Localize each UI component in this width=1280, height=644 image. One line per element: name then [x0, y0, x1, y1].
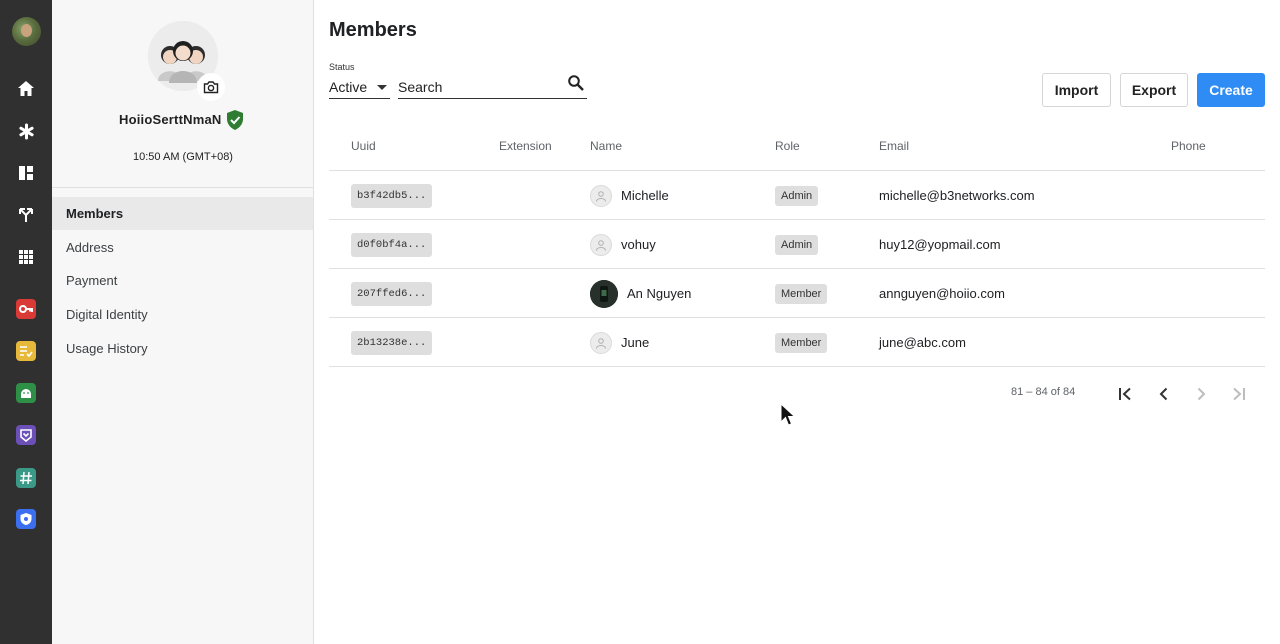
status-filter-label: Status — [329, 62, 355, 72]
uuid-chip: d0f0bf4a... — [351, 233, 433, 257]
pilot-app-icon[interactable] — [0, 417, 52, 453]
tasks-app-icon[interactable] — [0, 333, 52, 369]
member-name: June — [621, 335, 650, 350]
page-title: Members — [329, 19, 417, 41]
nav-item-usage-history[interactable]: Usage History — [52, 332, 313, 365]
column-header-extension[interactable]: Extension — [499, 139, 552, 153]
main-content: Members Status Active Import Export Crea… — [314, 0, 1280, 644]
member-name: vohuy — [621, 237, 656, 252]
default-avatar-icon — [590, 185, 612, 207]
column-header-email[interactable]: Email — [879, 139, 909, 153]
uuid-chip: b3f42db5... — [351, 184, 433, 208]
app-rail — [0, 0, 52, 644]
member-photo-avatar — [590, 280, 618, 308]
profile-panel: HoiioSerttNmaN 10:50 AM (GMT+08) Members… — [52, 0, 314, 644]
status-filter-select[interactable]: Active — [329, 76, 390, 99]
search-input[interactable] — [398, 77, 558, 97]
default-avatar-icon — [590, 332, 612, 354]
column-header-phone[interactable]: Phone — [1171, 139, 1206, 153]
table-row[interactable]: 207ffed6... An Nguyen Member annguyen@ho… — [329, 269, 1265, 318]
table-header: Uuid Extension Name Role Email Phone — [329, 122, 1265, 171]
chevron-left-icon — [1159, 387, 1168, 401]
default-avatar-icon — [590, 234, 612, 256]
checklist-icon — [16, 341, 36, 361]
shield-icon — [16, 509, 36, 529]
user-avatar[interactable] — [12, 17, 41, 46]
chevron-right-icon — [1197, 387, 1206, 401]
last-page-button[interactable] — [1225, 381, 1251, 407]
organization-name: HoiioSerttNmaN — [119, 112, 222, 127]
previous-page-button[interactable] — [1151, 381, 1177, 407]
nav-item-members[interactable]: Members — [52, 197, 313, 230]
shield-app-icon[interactable] — [0, 501, 52, 537]
local-time: 10:50 AM (GMT+08) — [133, 151, 233, 163]
nav-item-digital-identity[interactable]: Digital Identity — [52, 298, 313, 331]
member-email: annguyen@hoiio.com — [879, 286, 1005, 301]
column-header-name[interactable]: Name — [590, 139, 622, 153]
export-button[interactable]: Export — [1120, 73, 1188, 107]
import-button[interactable]: Import — [1042, 73, 1111, 107]
last-page-icon — [1233, 387, 1245, 401]
column-header-uuid[interactable]: Uuid — [351, 139, 376, 153]
verified-shield-icon — [227, 110, 243, 130]
member-email: huy12@yopmail.com — [879, 237, 1001, 252]
key-app-icon[interactable] — [0, 291, 52, 327]
members-table: Uuid Extension Name Role Email Phone b3f… — [329, 122, 1265, 367]
first-page-icon — [1119, 387, 1131, 401]
next-page-button[interactable] — [1188, 381, 1214, 407]
dropdown-caret-icon — [377, 85, 387, 90]
hashtag-app-icon[interactable] — [0, 460, 52, 496]
first-page-button[interactable] — [1113, 381, 1139, 407]
table-row[interactable]: 2b13238e... June Member june@abc.com — [329, 318, 1265, 367]
member-name: An Nguyen — [627, 286, 692, 301]
dashboard-icon[interactable] — [0, 155, 52, 191]
member-email: june@abc.com — [879, 335, 966, 350]
home-icon[interactable] — [0, 70, 52, 106]
column-header-role[interactable]: Role — [775, 139, 800, 153]
search-field — [398, 74, 587, 99]
panel-divider — [52, 187, 314, 188]
uuid-chip: 207ffed6... — [351, 282, 433, 306]
uuid-chip: 2b13238e... — [351, 331, 433, 355]
status-filter-value: Active — [329, 79, 368, 95]
camera-icon — [203, 81, 219, 94]
table-row[interactable]: d0f0bf4a... vohuy Admin huy12@yopmail.co… — [329, 220, 1265, 269]
member-name: Michelle — [621, 188, 669, 203]
android-app-icon[interactable] — [0, 375, 52, 411]
search-icon[interactable] — [567, 74, 585, 92]
hashtag-icon — [16, 468, 36, 488]
role-badge: Admin — [775, 186, 819, 206]
change-photo-button[interactable] — [197, 73, 225, 101]
android-icon — [16, 383, 36, 403]
routing-icon[interactable] — [0, 197, 52, 233]
role-badge: Admin — [775, 235, 819, 255]
member-email: michelle@b3networks.com — [879, 188, 1035, 203]
nav-item-payment[interactable]: Payment — [52, 264, 313, 297]
asterisk-icon[interactable] — [0, 113, 52, 149]
role-badge: Member — [775, 284, 828, 304]
nav-item-address[interactable]: Address — [52, 231, 313, 264]
key-icon — [16, 299, 36, 319]
create-button[interactable]: Create — [1197, 73, 1265, 107]
pagination-range: 81 – 84 of 84 — [1011, 386, 1076, 398]
table-row[interactable]: b3f42db5... Michelle Admin michelle@b3ne… — [329, 171, 1265, 220]
app-root: HoiioSerttNmaN 10:50 AM (GMT+08) Members… — [0, 0, 1280, 644]
role-badge: Member — [775, 333, 828, 353]
pilot-badge-icon — [16, 425, 36, 445]
apps-grid-icon[interactable] — [0, 239, 52, 275]
